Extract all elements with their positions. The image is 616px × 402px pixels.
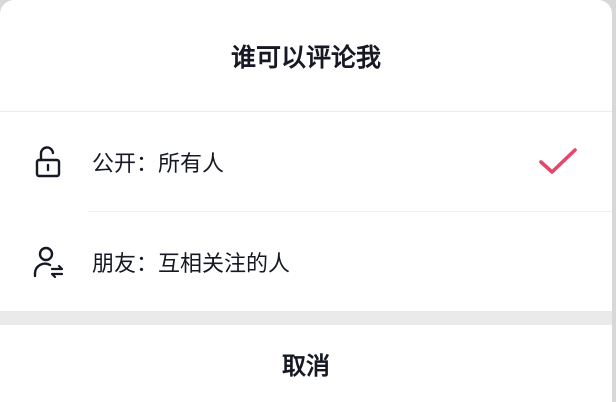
cancel-button[interactable]: 取消 xyxy=(0,325,612,402)
option-friends[interactable]: 朋友：互相关注的人 xyxy=(0,212,612,312)
option-public[interactable]: 公开：所有人 xyxy=(0,112,612,212)
friends-icon xyxy=(32,244,64,280)
checkmark-icon xyxy=(536,146,580,178)
option-label: 公开：所有人 xyxy=(92,152,225,177)
comment-permission-sheet: 谁可以评论我 公开：所有人 朋友：互相关注的人 取消 xyxy=(0,0,612,402)
sheet-title: 谁可以评论我 xyxy=(0,0,612,112)
unlock-icon xyxy=(32,144,64,180)
option-label: 朋友：互相关注的人 xyxy=(92,252,291,277)
section-separator xyxy=(0,311,612,325)
